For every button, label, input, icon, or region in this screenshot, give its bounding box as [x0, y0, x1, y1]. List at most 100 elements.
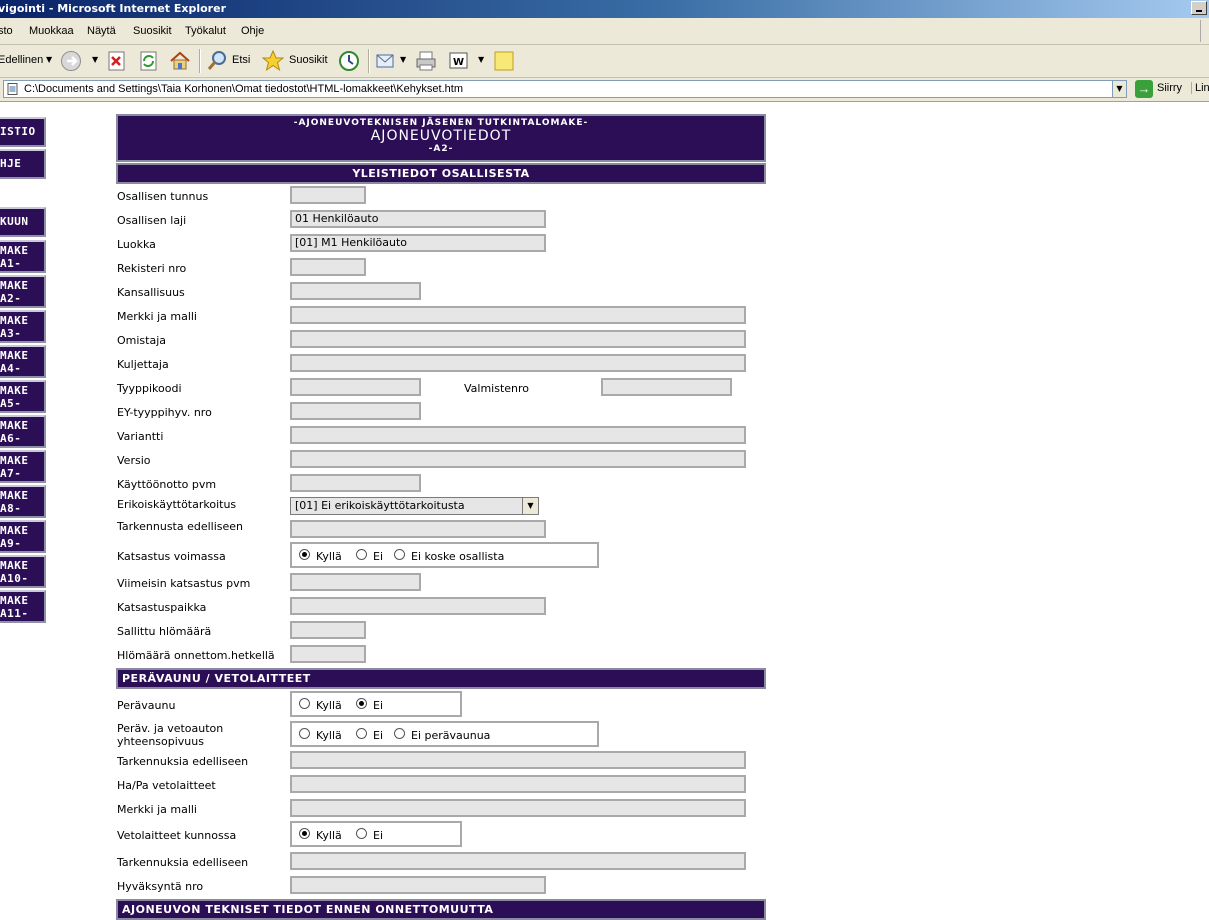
search-icon[interactable]	[206, 50, 228, 72]
favorites-star-icon[interactable]	[262, 50, 284, 72]
menu-favorites[interactable]: Suosikit	[133, 25, 172, 37]
nav-button-sisallys[interactable]: ISTIO	[0, 117, 46, 147]
input-hapa-vetolaitteet[interactable]	[290, 775, 746, 793]
label-yhteensopivuus-line2: yhteensopivuus	[117, 735, 204, 748]
input-merkki-ja-malli[interactable]	[290, 306, 746, 324]
menu-edit[interactable]: Muokkaa	[29, 25, 74, 37]
minimize-button[interactable]	[1191, 1, 1207, 15]
input-hlomaara-onnettom[interactable]	[290, 645, 366, 663]
input-sallittu-hlomaara[interactable]	[290, 621, 366, 639]
radio-katsastus-ei-koske[interactable]	[394, 549, 405, 560]
nav-button-a9[interactable]: MAKE A9-	[0, 520, 46, 553]
window-title: vigointi - Microsoft Internet Explorer	[0, 2, 226, 15]
back-button[interactable]: Edellinen	[0, 54, 43, 66]
radio-katsastus-kylla-label: Kyllä	[316, 550, 342, 563]
print-icon[interactable]	[415, 50, 437, 72]
nav-button-ohje[interactable]: HJE	[0, 149, 46, 179]
nav-button-a7[interactable]: MAKE A7-	[0, 450, 46, 483]
input-variantti[interactable]	[290, 426, 746, 444]
select-erikoiskayttotarkoitus[interactable]: [01] Ei erikoiskäyttötarkoitusta ▼	[290, 497, 539, 515]
label-hyvaksynta-nro: Hyväksyntä nro	[117, 880, 204, 893]
radio-yhteensopivuus-ei[interactable]	[356, 728, 367, 739]
label-katsastus-voimassa: Katsastus voimassa	[117, 550, 226, 563]
links-label[interactable]: Lin	[1191, 82, 1209, 94]
nav-button-a10[interactable]: MAKE A10-	[0, 555, 46, 588]
label-hapa-vetolaitteet: Ha/Pa vetolaitteet	[117, 779, 216, 792]
forward-dropdown-icon[interactable]: ▼	[92, 55, 98, 64]
radio-peravaunu-kylla[interactable]	[299, 698, 310, 709]
label-tarkennuksia-2: Tarkennuksia edelliseen	[117, 856, 249, 869]
input-rekisteri-nro[interactable]	[290, 258, 366, 276]
radio-yhteensopivuus-ei-peravaunua-label: Ei perävaunua	[411, 729, 491, 742]
input-tarkennusta[interactable]	[290, 520, 546, 538]
input-versio[interactable]	[290, 450, 746, 468]
menu-tools[interactable]: Työkalut	[185, 25, 226, 37]
menu-view[interactable]: Näytä	[87, 25, 116, 37]
radio-yhteensopivuus-ei-peravaunua[interactable]	[394, 728, 405, 739]
toolbar: Edellinen ▼ ▼ Etsi Suosikit ▼ W ▼	[0, 45, 1209, 78]
nav-button-a8[interactable]: MAKE A8-	[0, 485, 46, 518]
nav-button-a1[interactable]: MAKE A1-	[0, 240, 46, 273]
input-kansallisuus[interactable]	[290, 282, 421, 300]
history-icon[interactable]	[338, 50, 360, 72]
label-valmistenro: Valmistenro	[464, 382, 530, 395]
menu-help[interactable]: Ohje	[241, 25, 264, 37]
label-osallisen-laji: Osallisen laji	[117, 214, 187, 227]
nav-button-a2[interactable]: MAKE A2-	[0, 275, 46, 308]
label-erikoiskayttotarkoitus: Erikoiskäyttötarkoitus	[117, 498, 237, 511]
label-luokka: Luokka	[117, 238, 156, 251]
go-label: Siirry	[1157, 82, 1183, 94]
input-osallisen-tunnus[interactable]	[290, 186, 366, 204]
address-url: C:\Documents and Settings\Taia Korhonen\…	[24, 83, 463, 95]
input-merkki-ja-malli-2[interactable]	[290, 799, 746, 817]
back-dropdown-icon[interactable]: ▼	[46, 55, 52, 64]
input-valmistenro[interactable]	[601, 378, 732, 396]
toolbar-separator	[199, 49, 201, 73]
input-kuljettaja[interactable]	[290, 354, 746, 372]
home-icon[interactable]	[169, 50, 191, 72]
nav-button-a4[interactable]: MAKE A4-	[0, 345, 46, 378]
label-hlomaara-onnettom: Hlömäärä onnettom.hetkellä	[117, 649, 275, 662]
input-viimeisin-katsastus[interactable]	[290, 573, 421, 591]
radio-peravaunu-ei[interactable]	[356, 698, 367, 709]
label-kuljettaja: Kuljettaja	[117, 358, 169, 371]
input-tarkennuksia-1[interactable]	[290, 751, 746, 769]
input-tyyppikoodi[interactable]	[290, 378, 421, 396]
edit-dropdown-icon[interactable]: ▼	[478, 55, 484, 64]
mail-dropdown-icon[interactable]: ▼	[400, 55, 406, 64]
radio-katsastus-ei[interactable]	[356, 549, 367, 560]
input-kayttoonotto[interactable]	[290, 474, 421, 492]
chevron-down-icon[interactable]: ▼	[522, 498, 538, 514]
favorites-button-label[interactable]: Suosikit	[289, 54, 328, 66]
label-variantti: Variantti	[117, 430, 164, 443]
nav-button-a5[interactable]: MAKE A5-	[0, 380, 46, 413]
input-hyvaksynta-nro[interactable]	[290, 876, 546, 894]
mail-icon[interactable]	[375, 50, 397, 72]
forward-icon[interactable]	[60, 50, 82, 72]
edit-word-icon[interactable]: W	[448, 50, 470, 72]
radio-vetolaitteet-kylla[interactable]	[299, 828, 310, 839]
nav-button-a6[interactable]: MAKE A6-	[0, 415, 46, 448]
address-dropdown-icon[interactable]: ▼	[1112, 80, 1127, 98]
stop-icon[interactable]	[106, 50, 128, 72]
address-input[interactable]: C:\Documents and Settings\Taia Korhonen\…	[3, 80, 1127, 98]
input-katsastuspaikka[interactable]	[290, 597, 546, 615]
menu-file[interactable]: sto	[0, 25, 13, 37]
radio-katsastus-ei-koske-label: Ei koske osallista	[411, 550, 505, 563]
radio-yhteensopivuus-kylla[interactable]	[299, 728, 310, 739]
radio-katsastus-kylla[interactable]	[299, 549, 310, 560]
label-rekisteri-nro: Rekisteri nro	[117, 262, 187, 275]
nav-button-alkuun[interactable]: KUUN	[0, 207, 46, 237]
input-tarkennuksia-2[interactable]	[290, 852, 746, 870]
nav-button-a11[interactable]: MAKE A11-	[0, 590, 46, 623]
nav-button-a3[interactable]: MAKE A3-	[0, 310, 46, 343]
refresh-icon[interactable]	[138, 50, 160, 72]
discuss-note-icon[interactable]	[493, 50, 515, 72]
search-button-label[interactable]: Etsi	[232, 54, 250, 66]
go-button[interactable]: → Siirry	[1133, 79, 1189, 99]
input-osallisen-laji[interactable]: 01 Henkilöauto	[290, 210, 546, 228]
input-ey-tyyppihyv[interactable]	[290, 402, 421, 420]
input-luokka[interactable]: [01] M1 Henkilöauto	[290, 234, 546, 252]
radio-vetolaitteet-ei[interactable]	[356, 828, 367, 839]
input-omistaja[interactable]	[290, 330, 746, 348]
